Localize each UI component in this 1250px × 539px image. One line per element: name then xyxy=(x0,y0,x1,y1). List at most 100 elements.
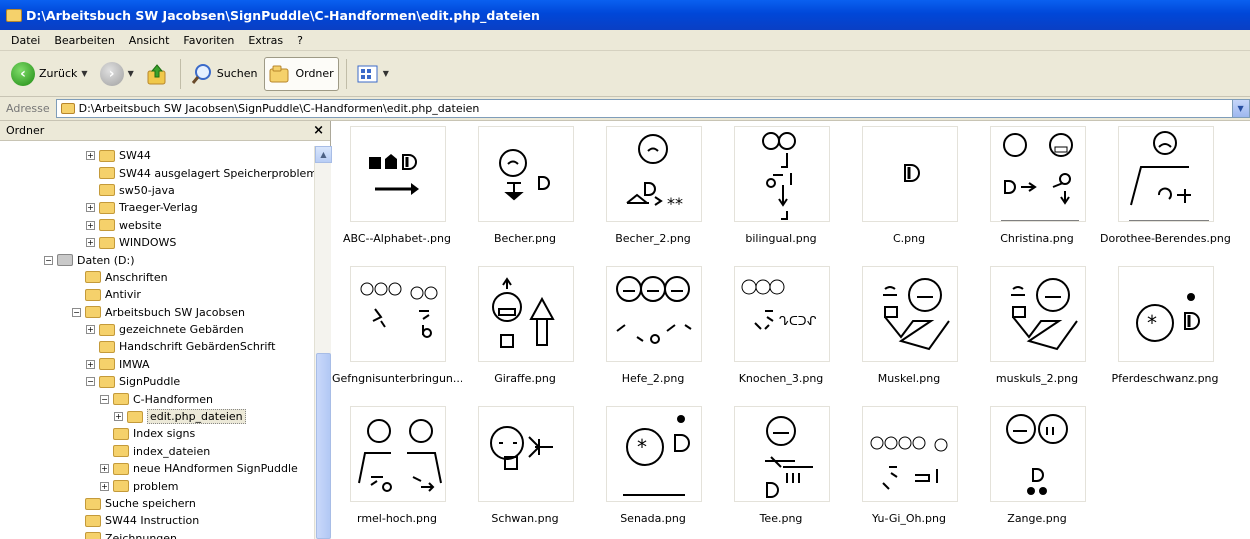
file-thumbnail[interactable]: Muskel.png xyxy=(844,262,968,400)
file-thumbnail[interactable]: Becher.png xyxy=(460,122,584,260)
thumbnail-image: ᖊᑕᑐᖋ xyxy=(734,266,830,362)
menu-help[interactable]: ? xyxy=(290,34,310,47)
folders-button[interactable]: Ordner xyxy=(264,56,339,91)
file-name: Gefngnisunterbringun... xyxy=(332,372,462,385)
tree-item[interactable]: + WINDOWS xyxy=(8,234,314,251)
file-thumbnail[interactable]: bilingual.png xyxy=(716,122,840,260)
tree-item[interactable]: sw50-java xyxy=(8,182,314,199)
file-thumbnail[interactable]: C.png xyxy=(844,122,968,260)
thumbnail-image xyxy=(478,266,574,362)
tree-item[interactable]: + website xyxy=(8,217,314,234)
file-thumbnail[interactable]: ABC--Alphabet-.png xyxy=(332,122,456,260)
tree-item[interactable]: − Arbeitsbuch SW Jacobsen xyxy=(8,304,314,321)
folder-icon xyxy=(85,514,101,527)
folder-icon xyxy=(85,288,101,301)
menu-datei[interactable]: Datei xyxy=(4,34,47,47)
file-thumbnail[interactable]: ᖊᑕᑐᖋ Knochen_3.png xyxy=(716,262,840,400)
tree-item[interactable]: SW44 ausgelagert Speicherproblem xyxy=(8,164,314,181)
file-thumbnail[interactable]: Dorothee-Berendes.png xyxy=(1100,122,1230,260)
file-thumbnail[interactable]: Christina.png xyxy=(972,122,1096,260)
file-thumbnail[interactable]: * Senada.png xyxy=(588,402,712,539)
file-thumbnail[interactable]: Yu-Gi_Oh.png xyxy=(844,402,968,539)
tree-item[interactable]: − SignPuddle xyxy=(8,373,314,390)
file-thumbnail[interactable]: Hefe_2.png xyxy=(588,262,712,400)
signwriting-image: ᖊᑕᑐᖋ xyxy=(741,279,816,330)
folder-icon xyxy=(99,184,115,197)
tree-item[interactable]: Handschrift GebärdenSchrift xyxy=(8,338,314,355)
tree-item-label: Daten (D:) xyxy=(77,253,135,267)
tree-item[interactable]: + neue HAndformen SignPuddle xyxy=(8,460,314,477)
file-thumbnail[interactable]: Tee.png xyxy=(716,402,840,539)
svg-text:*: * xyxy=(1147,311,1157,335)
scroll-thumb[interactable] xyxy=(316,353,331,539)
tree-item[interactable]: Anschriften xyxy=(8,269,314,286)
menu-extras[interactable]: Extras xyxy=(241,34,290,47)
file-name: muskuls_2.png xyxy=(995,372,1079,385)
tree-item[interactable]: Zeichnungen xyxy=(8,530,314,539)
file-name: Dorothee-Berendes.png xyxy=(1100,232,1230,245)
expand-icon[interactable]: + xyxy=(86,238,95,248)
folder-icon xyxy=(99,167,115,180)
file-thumbnail[interactable]: Giraffe.png xyxy=(460,262,584,400)
tree-item[interactable]: + Traeger-Verlag xyxy=(8,199,314,216)
forward-dropdown-icon[interactable]: ▼ xyxy=(128,69,134,78)
tree-item[interactable]: + edit.php_dateien xyxy=(8,408,314,425)
back-arrow-icon: ‹ xyxy=(11,61,35,86)
tree-item[interactable]: − C-Handformen xyxy=(8,390,314,407)
search-button[interactable]: Suchen xyxy=(186,57,263,91)
menu-bearbeiten[interactable]: Bearbeiten xyxy=(47,34,121,47)
tree-item[interactable]: Index signs xyxy=(8,425,314,442)
up-button[interactable] xyxy=(141,57,173,91)
svg-text:ᖊᑕᑐᖋ: ᖊᑕᑐᖋ xyxy=(779,314,816,328)
file-name: Pferdeschwanz.png xyxy=(1111,372,1219,385)
file-name: Christina.png xyxy=(1000,232,1074,245)
folder-icon xyxy=(127,410,143,423)
tree-item[interactable]: + IMWA xyxy=(8,356,314,373)
tree-item[interactable]: + gezeichnete Gebärden xyxy=(8,321,314,338)
expand-icon[interactable]: + xyxy=(86,203,95,213)
views-dropdown-icon[interactable]: ▼ xyxy=(383,69,389,78)
expand-icon[interactable]: + xyxy=(86,220,95,230)
scroll-up-icon[interactable]: ▲ xyxy=(315,146,332,163)
back-button[interactable]: ‹ Zurück ▼ xyxy=(6,57,93,91)
tree-item[interactable]: + SW44 xyxy=(8,147,314,164)
expand-icon[interactable]: + xyxy=(100,464,109,474)
address-dropdown-icon[interactable]: ▼ xyxy=(1231,100,1249,117)
tree-item-label: index_dateien xyxy=(133,444,211,458)
collapse-icon[interactable]: − xyxy=(86,377,95,387)
file-name: bilingual.png xyxy=(745,232,817,245)
menu-ansicht[interactable]: Ansicht xyxy=(122,34,177,47)
file-thumbnail[interactable]: Zange.png xyxy=(972,402,1096,539)
expand-icon[interactable]: + xyxy=(86,325,95,335)
expand-icon[interactable]: + xyxy=(86,151,95,161)
close-icon[interactable]: × xyxy=(313,123,324,138)
tree-item[interactable]: − Daten (D:) xyxy=(8,251,314,268)
address-field[interactable]: D:\Arbeitsbuch SW Jacobsen\SignPuddle\C-… xyxy=(55,99,1250,118)
folder-pane-scrollbar[interactable]: ▲ xyxy=(314,146,332,539)
thumbnail-image xyxy=(478,126,574,222)
tree-item-label: website xyxy=(119,218,162,232)
file-thumbnail[interactable]: ** Becher_2.png xyxy=(588,122,712,260)
back-dropdown-icon[interactable]: ▼ xyxy=(81,69,87,78)
menu-favoriten[interactable]: Favoriten xyxy=(176,34,241,47)
expand-icon[interactable]: + xyxy=(100,481,109,491)
signwriting-image xyxy=(369,154,419,195)
tree-item[interactable]: index_dateien xyxy=(8,443,314,460)
file-thumbnail[interactable]: rmel-hoch.png xyxy=(332,402,456,539)
expand-icon[interactable]: + xyxy=(86,359,95,369)
collapse-icon[interactable]: − xyxy=(44,255,53,265)
forward-button[interactable]: › ▼ xyxy=(95,57,139,91)
collapse-icon[interactable]: − xyxy=(72,307,81,317)
views-button[interactable]: ▼ xyxy=(352,57,394,91)
file-thumbnail[interactable]: Schwan.png xyxy=(460,402,584,539)
tree-item[interactable]: Suche speichern xyxy=(8,495,314,512)
tree-item[interactable]: SW44 Instruction xyxy=(8,512,314,529)
collapse-icon[interactable]: − xyxy=(100,394,109,404)
file-thumbnail[interactable]: muskuls_2.png xyxy=(972,262,1096,400)
file-thumbnail[interactable]: Gefngnisunterbringun... xyxy=(332,262,462,400)
tree-item[interactable]: + problem xyxy=(8,477,314,494)
file-thumbnail[interactable]: * Pferdeschwanz.png xyxy=(1100,262,1224,400)
folder-pane-header: Ordner × xyxy=(0,121,330,141)
tree-item[interactable]: Antivir xyxy=(8,286,314,303)
expand-icon[interactable]: + xyxy=(114,412,123,422)
